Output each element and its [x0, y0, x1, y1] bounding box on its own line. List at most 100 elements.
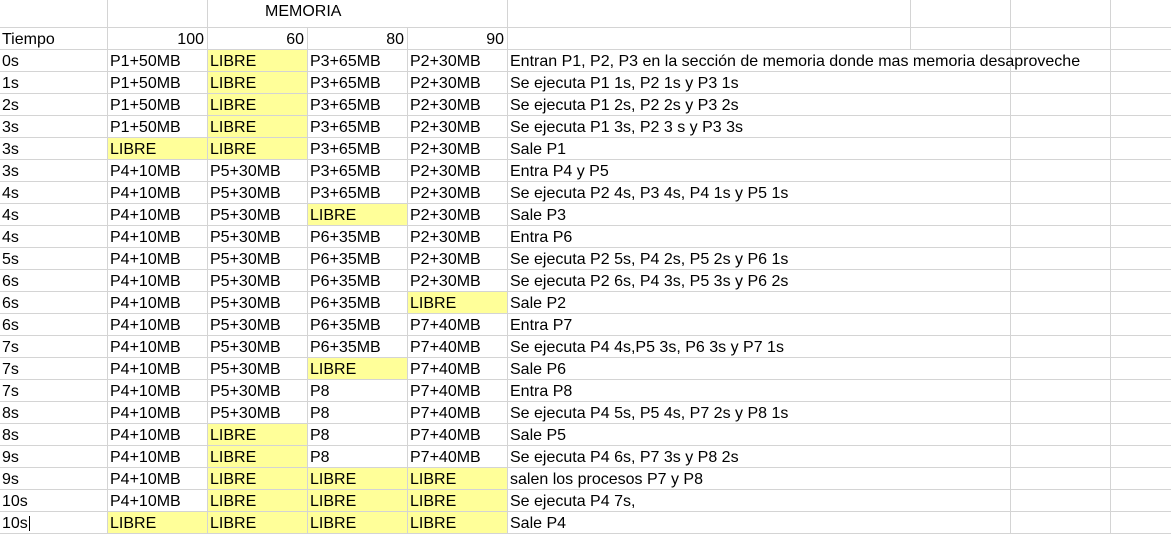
- memory-cell[interactable]: P3+65MB: [308, 116, 408, 138]
- time-cell[interactable]: 5s: [0, 248, 108, 270]
- memory-cell[interactable]: LIBRE: [208, 50, 308, 72]
- memory-cell[interactable]: P5+30MB: [208, 380, 308, 402]
- cell[interactable]: [1011, 72, 1111, 94]
- memory-cell[interactable]: P2+30MB: [408, 226, 508, 248]
- memory-cell[interactable]: LIBRE: [408, 468, 508, 490]
- cell[interactable]: [911, 468, 1011, 490]
- note-cell[interactable]: Sale P1: [508, 138, 911, 160]
- cell[interactable]: [1011, 314, 1111, 336]
- memory-cell[interactable]: LIBRE: [308, 468, 408, 490]
- cell[interactable]: [0, 0, 108, 28]
- cell[interactable]: [1011, 138, 1111, 160]
- memory-cell[interactable]: P2+30MB: [408, 94, 508, 116]
- cell[interactable]: [1011, 160, 1111, 182]
- memory-cell[interactable]: LIBRE: [408, 490, 508, 512]
- cell[interactable]: [1111, 226, 1171, 248]
- memory-cell[interactable]: P4+10MB: [108, 402, 208, 424]
- memory-cell[interactable]: P3+65MB: [308, 50, 408, 72]
- cell[interactable]: [1011, 490, 1111, 512]
- cell[interactable]: [1011, 94, 1111, 116]
- cell[interactable]: [1111, 314, 1171, 336]
- memory-cell[interactable]: P7+40MB: [408, 314, 508, 336]
- time-cell[interactable]: 3s: [0, 138, 108, 160]
- time-cell[interactable]: 6s: [0, 314, 108, 336]
- memory-cell[interactable]: P3+65MB: [308, 94, 408, 116]
- time-cell[interactable]: 4s: [0, 182, 108, 204]
- note-cell[interactable]: Se ejecuta P1 2s, P2 2s y P3 2s: [508, 94, 911, 116]
- cell[interactable]: [1111, 28, 1171, 50]
- cell[interactable]: [911, 270, 1011, 292]
- size-header[interactable]: 90: [408, 28, 508, 50]
- cell[interactable]: [1111, 248, 1171, 270]
- note-cell[interactable]: Se ejecuta P1 1s, P2 1s y P3 1s: [508, 72, 911, 94]
- memory-cell[interactable]: P8: [308, 424, 408, 446]
- note-cell[interactable]: Entra P8: [508, 380, 911, 402]
- cell[interactable]: [1111, 336, 1171, 358]
- memory-cell[interactable]: P2+30MB: [408, 182, 508, 204]
- memory-cell[interactable]: LIBRE: [208, 138, 308, 160]
- cell[interactable]: [1111, 160, 1171, 182]
- memory-cell[interactable]: P1+50MB: [108, 72, 208, 94]
- time-cell[interactable]: 0s: [0, 50, 108, 72]
- memory-cell[interactable]: P4+10MB: [108, 468, 208, 490]
- cell[interactable]: [1011, 358, 1111, 380]
- note-cell[interactable]: Entran P1, P2, P3 en la sección de memor…: [508, 50, 1080, 72]
- memory-cell[interactable]: P3+65MB: [308, 72, 408, 94]
- cell[interactable]: [508, 0, 911, 28]
- time-cell[interactable]: 2s: [0, 94, 108, 116]
- note-cell[interactable]: Sale P2: [508, 292, 911, 314]
- memory-cell[interactable]: P2+30MB: [408, 72, 508, 94]
- cell[interactable]: [1011, 116, 1111, 138]
- memory-cell[interactable]: P4+10MB: [108, 292, 208, 314]
- cell[interactable]: [911, 424, 1011, 446]
- note-cell[interactable]: Entra P7: [508, 314, 911, 336]
- note-cell[interactable]: salen los procesos P7 y P8: [508, 468, 911, 490]
- memory-cell[interactable]: LIBRE: [208, 446, 308, 468]
- cell[interactable]: [1011, 270, 1111, 292]
- note-cell[interactable]: Se ejecuta P2 5s, P4 2s, P5 2s y P6 1s: [508, 248, 911, 270]
- cell[interactable]: [1111, 116, 1171, 138]
- note-cell[interactable]: Se ejecuta P4 4s,P5 3s, P6 3s y P7 1s: [508, 336, 911, 358]
- cell[interactable]: [1011, 446, 1111, 468]
- cell[interactable]: [1111, 204, 1171, 226]
- memory-cell[interactable]: P4+10MB: [108, 490, 208, 512]
- memory-cell[interactable]: P3+65MB: [308, 138, 408, 160]
- memory-cell[interactable]: P2+30MB: [408, 138, 508, 160]
- cell[interactable]: [911, 28, 1011, 50]
- note-cell[interactable]: Sale P3: [508, 204, 911, 226]
- cell[interactable]: [911, 490, 1011, 512]
- cell[interactable]: [1111, 490, 1171, 512]
- memory-cell[interactable]: P5+30MB: [208, 336, 308, 358]
- cell[interactable]: [911, 138, 1011, 160]
- note-cell[interactable]: Se ejecuta P1 3s, P2 3 s y P3 3s: [508, 116, 911, 138]
- memory-cell[interactable]: LIBRE: [308, 490, 408, 512]
- size-header[interactable]: 100: [108, 28, 208, 50]
- cell[interactable]: [911, 402, 1011, 424]
- memory-cell[interactable]: P5+30MB: [208, 160, 308, 182]
- note-cell[interactable]: Sale P4: [508, 512, 911, 534]
- cell[interactable]: [1111, 138, 1171, 160]
- cell[interactable]: [508, 28, 911, 50]
- size-header[interactable]: 60: [208, 28, 308, 50]
- memory-cell[interactable]: LIBRE: [108, 138, 208, 160]
- memory-cell[interactable]: P5+30MB: [208, 270, 308, 292]
- memory-cell[interactable]: LIBRE: [308, 512, 408, 534]
- memory-cell[interactable]: P6+35MB: [308, 314, 408, 336]
- memory-cell[interactable]: P4+10MB: [108, 270, 208, 292]
- memory-cell[interactable]: P4+10MB: [108, 314, 208, 336]
- memory-cell[interactable]: P8: [308, 446, 408, 468]
- memory-cell[interactable]: P3+65MB: [308, 182, 408, 204]
- memory-cell[interactable]: P2+30MB: [408, 248, 508, 270]
- memory-cell[interactable]: P5+30MB: [208, 402, 308, 424]
- cell[interactable]: [1111, 402, 1171, 424]
- cell[interactable]: [1111, 424, 1171, 446]
- memory-cell[interactable]: LIBRE: [308, 358, 408, 380]
- time-cell[interactable]: 10s: [0, 490, 108, 512]
- cell[interactable]: [911, 248, 1011, 270]
- cell[interactable]: [1011, 336, 1111, 358]
- cell[interactable]: [1111, 446, 1171, 468]
- cell[interactable]: [911, 182, 1011, 204]
- cell[interactable]: [108, 0, 208, 28]
- memory-cell[interactable]: P6+35MB: [308, 226, 408, 248]
- memory-cell[interactable]: LIBRE: [408, 512, 508, 534]
